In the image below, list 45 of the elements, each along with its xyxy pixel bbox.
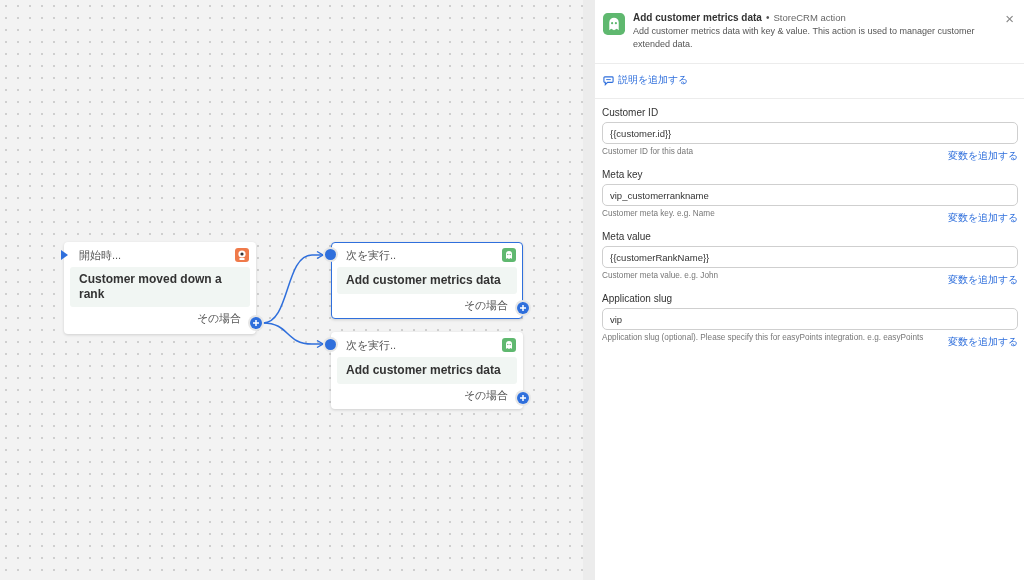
robot-icon bbox=[235, 248, 249, 262]
field-label: Meta key bbox=[602, 169, 644, 180]
ghost-icon bbox=[502, 248, 516, 262]
separator-dot: • bbox=[765, 12, 770, 23]
node-title: Customer moved down a rank bbox=[70, 267, 250, 307]
input-field[interactable]: vip bbox=[602, 308, 1018, 330]
node-title: Add customer metrics data bbox=[337, 267, 517, 294]
input-port-icon bbox=[325, 249, 336, 260]
node-label: 次を実行.. bbox=[346, 337, 398, 353]
panel-description: Add customer metrics data with key & value. This action is used to manager customer extended data. bbox=[633, 25, 976, 51]
panel-subtitle: StoreCRM action bbox=[773, 12, 846, 23]
branch-label: その場合 bbox=[464, 297, 508, 313]
close-button[interactable]: × bbox=[1003, 12, 1016, 26]
start-marker-icon bbox=[61, 250, 68, 260]
input-field[interactable]: {{customer.id}} bbox=[602, 122, 1018, 144]
input-port-icon bbox=[325, 339, 336, 350]
field-label: Application slug bbox=[602, 293, 674, 304]
ghost-icon bbox=[502, 338, 516, 352]
branch-label: その場合 bbox=[197, 310, 241, 326]
node-label: 次を実行.. bbox=[346, 247, 398, 263]
help-text: Application slug (optional). Please specify this for easyPoints integration. e.g. easyPoints bbox=[602, 333, 924, 342]
help-text: Customer meta value. e.g. John bbox=[602, 271, 719, 280]
field-label: Meta value bbox=[602, 231, 652, 242]
flow-node[interactable]: 開始時... Customer moved down a rank その場合 bbox=[64, 242, 256, 334]
add-variable-link[interactable]: 変数を追加する bbox=[948, 273, 1018, 287]
comment-icon bbox=[603, 75, 614, 86]
branch-label: その場合 bbox=[464, 387, 508, 403]
add-icon[interactable] bbox=[517, 302, 529, 314]
add-icon[interactable] bbox=[517, 392, 529, 404]
add-variable-link[interactable]: 変数を追加する bbox=[948, 211, 1018, 225]
flow-node[interactable]: 次を実行.. Add customer metrics data その場合 bbox=[331, 242, 523, 319]
add-description-link[interactable]: 説明を追加する bbox=[603, 74, 688, 87]
input-field[interactable]: vip_customerrankname bbox=[602, 184, 1018, 206]
help-text: Customer meta key. e.g. Name bbox=[602, 209, 715, 218]
add-variable-link[interactable]: 変数を追加する bbox=[948, 335, 1018, 349]
flow-node[interactable]: 次を実行.. Add customer metrics data その場合 bbox=[331, 332, 523, 409]
node-label: 開始時... bbox=[79, 247, 123, 263]
input-field[interactable]: {{customerRankName}} bbox=[602, 246, 1018, 268]
ghost-icon bbox=[603, 13, 625, 35]
node-title: Add customer metrics data bbox=[337, 357, 517, 384]
add-variable-link[interactable]: 変数を追加する bbox=[948, 149, 1018, 163]
add-icon[interactable] bbox=[250, 317, 262, 329]
help-text: Customer ID for this data bbox=[602, 147, 693, 156]
field-label: Customer ID bbox=[602, 107, 660, 118]
panel-title: Add customer metrics data bbox=[633, 12, 762, 23]
